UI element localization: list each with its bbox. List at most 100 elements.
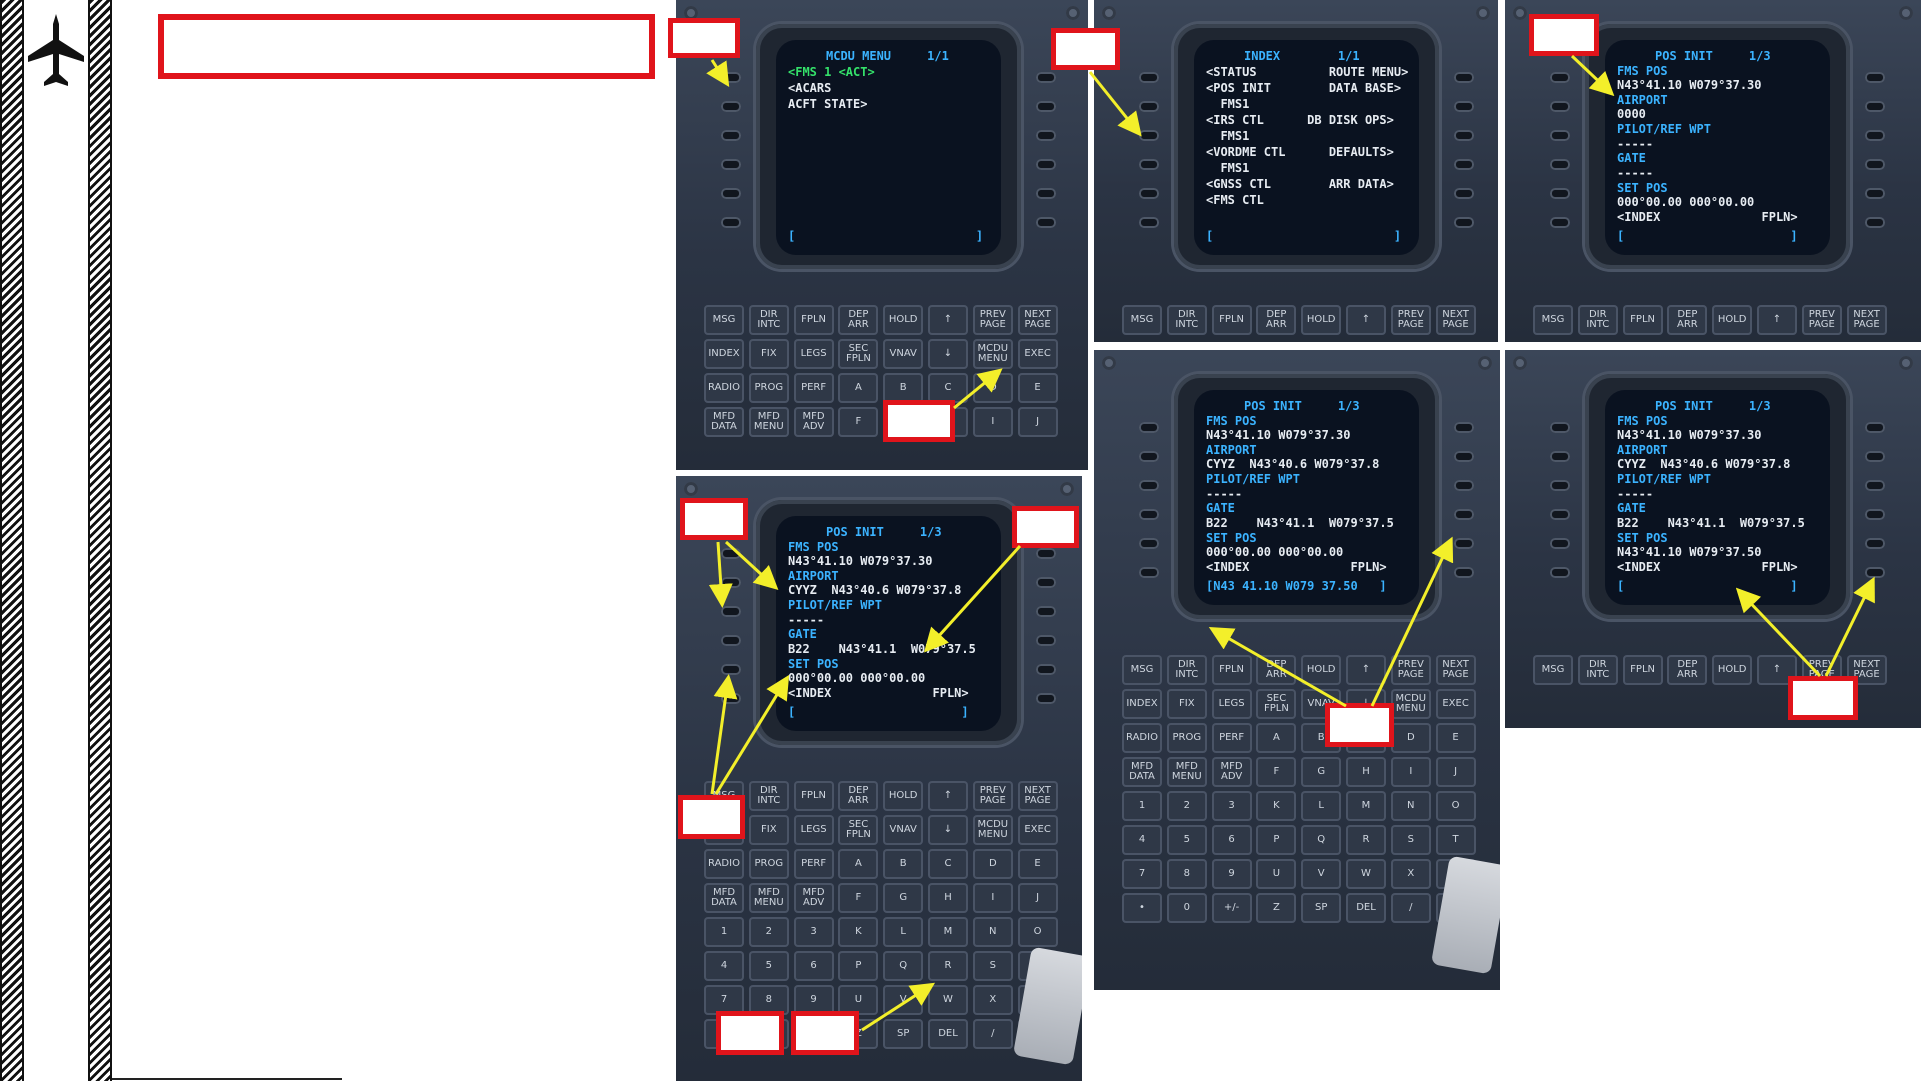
- line-select-key-l2[interactable]: [1139, 101, 1159, 112]
- key-prog[interactable]: PROG: [748, 849, 789, 879]
- line-select-key-r5[interactable]: [1865, 188, 1885, 199]
- key-del[interactable]: DEL: [1346, 893, 1386, 923]
- key-v[interactable]: V: [1301, 859, 1342, 889]
- key--[interactable]: ↓: [928, 815, 968, 845]
- line-select-key-l2[interactable]: [1550, 451, 1570, 462]
- line-select-key-r6[interactable]: [1454, 217, 1474, 228]
- key-k[interactable]: K: [838, 917, 879, 947]
- key-n[interactable]: N: [1390, 791, 1431, 821]
- key-e[interactable]: E: [1017, 373, 1058, 403]
- key--[interactable]: ↓: [928, 339, 968, 369]
- key-q[interactable]: Q: [1301, 825, 1342, 855]
- key-fpln[interactable]: FPLN: [1211, 655, 1252, 685]
- line-select-key-r2[interactable]: [1036, 101, 1056, 112]
- key-legs[interactable]: LEGS: [793, 815, 834, 845]
- line-select-key-r5[interactable]: [1865, 538, 1885, 549]
- key-dir-intc[interactable]: DIR INTC: [1577, 655, 1618, 685]
- key-dir-intc[interactable]: DIR INTC: [1166, 305, 1207, 335]
- line-select-key-r6[interactable]: [1036, 217, 1056, 228]
- key-hold[interactable]: HOLD: [1712, 305, 1753, 335]
- line-select-key-l3[interactable]: [1139, 480, 1159, 491]
- key-prev-page[interactable]: PREV PAGE: [972, 305, 1013, 335]
- key-l[interactable]: L: [1301, 791, 1342, 821]
- key-fix[interactable]: FIX: [1166, 689, 1207, 719]
- key-6[interactable]: 6: [793, 951, 834, 981]
- key-mfd-data[interactable]: MFD DATA: [704, 407, 744, 437]
- line-select-key-l1[interactable]: [1550, 422, 1570, 433]
- line-select-key-r3[interactable]: [1865, 130, 1885, 141]
- key--[interactable]: ↑: [1757, 305, 1797, 335]
- line-select-key-l3[interactable]: [1550, 130, 1570, 141]
- line-select-key-l1[interactable]: [1139, 72, 1159, 83]
- key-sp[interactable]: SP: [1301, 893, 1342, 923]
- key-r[interactable]: R: [928, 951, 968, 981]
- line-select-key-l2[interactable]: [721, 577, 741, 588]
- key-h[interactable]: H: [928, 883, 968, 913]
- key-dir-intc[interactable]: DIR INTC: [1577, 305, 1618, 335]
- line-select-key-r5[interactable]: [1454, 188, 1474, 199]
- key-g[interactable]: G: [1301, 757, 1342, 787]
- line-select-key-l6[interactable]: [721, 693, 741, 704]
- key-l[interactable]: L: [883, 917, 924, 947]
- key-n[interactable]: N: [972, 917, 1013, 947]
- key-a[interactable]: A: [838, 849, 879, 879]
- key-7[interactable]: 7: [1122, 859, 1162, 889]
- line-select-key-r1[interactable]: [1865, 72, 1885, 83]
- key-perf[interactable]: PERF: [793, 849, 834, 879]
- key-sec-fpln[interactable]: SEC FPLN: [1256, 689, 1297, 719]
- key-fpln[interactable]: FPLN: [793, 781, 834, 811]
- key-dep-arr[interactable]: DEP ARR: [1667, 305, 1708, 335]
- key-fpln[interactable]: FPLN: [1211, 305, 1252, 335]
- line-select-key-r6[interactable]: [1036, 693, 1056, 704]
- key-prev-page[interactable]: PREV PAGE: [1390, 655, 1431, 685]
- key-exec[interactable]: EXEC: [1017, 815, 1058, 845]
- line-select-key-r2[interactable]: [1454, 451, 1474, 462]
- key-prev-page[interactable]: PREV PAGE: [972, 781, 1013, 811]
- line-select-key-l3[interactable]: [721, 606, 741, 617]
- key-o[interactable]: O: [1017, 917, 1058, 947]
- key-e[interactable]: E: [1017, 849, 1058, 879]
- key-fpln[interactable]: FPLN: [1622, 655, 1663, 685]
- key-exec[interactable]: EXEC: [1435, 689, 1476, 719]
- key--[interactable]: ↑: [1346, 655, 1386, 685]
- line-select-key-l2[interactable]: [721, 101, 741, 112]
- key-d[interactable]: D: [1390, 723, 1431, 753]
- key-dep-arr[interactable]: DEP ARR: [1256, 305, 1297, 335]
- line-select-key-l1[interactable]: [721, 548, 741, 559]
- key-fpln[interactable]: FPLN: [1622, 305, 1663, 335]
- key-9[interactable]: 9: [1211, 859, 1252, 889]
- line-select-key-l4[interactable]: [721, 635, 741, 646]
- line-select-key-r4[interactable]: [1865, 159, 1885, 170]
- line-select-key-r1[interactable]: [1036, 72, 1056, 83]
- key-t[interactable]: T: [1435, 825, 1476, 855]
- line-select-key-l4[interactable]: [1139, 159, 1159, 170]
- key-f[interactable]: F: [838, 407, 879, 437]
- line-select-key-l1[interactable]: [1550, 72, 1570, 83]
- line-select-key-l5[interactable]: [1139, 538, 1159, 549]
- key-c[interactable]: C: [928, 373, 968, 403]
- key-msg[interactable]: MSG: [704, 305, 744, 335]
- line-select-key-r2[interactable]: [1865, 451, 1885, 462]
- key-dir-intc[interactable]: DIR INTC: [748, 781, 789, 811]
- key-i[interactable]: I: [972, 883, 1013, 913]
- key-u[interactable]: U: [1256, 859, 1297, 889]
- key-prev-page[interactable]: PREV PAGE: [1801, 305, 1842, 335]
- line-select-key-l1[interactable]: [1139, 422, 1159, 433]
- key--[interactable]: ↑: [1346, 305, 1386, 335]
- key-mcdu-menu[interactable]: MCDU MENU: [972, 815, 1013, 845]
- line-select-key-r2[interactable]: [1454, 101, 1474, 112]
- key-legs[interactable]: LEGS: [1211, 689, 1252, 719]
- key-m[interactable]: M: [1346, 791, 1386, 821]
- key-hold[interactable]: HOLD: [1712, 655, 1753, 685]
- key-perf[interactable]: PERF: [793, 373, 834, 403]
- key-index[interactable]: INDEX: [1122, 689, 1162, 719]
- line-select-key-r5[interactable]: [1036, 188, 1056, 199]
- key-mfd-menu[interactable]: MFD MENU: [748, 883, 789, 913]
- key-next-page[interactable]: NEXT PAGE: [1435, 655, 1476, 685]
- key-exec[interactable]: EXEC: [1017, 339, 1058, 369]
- key-vnav[interactable]: VNAV: [883, 815, 924, 845]
- key-s[interactable]: S: [972, 951, 1013, 981]
- key-d[interactable]: D: [972, 373, 1013, 403]
- key-next-page[interactable]: NEXT PAGE: [1435, 305, 1476, 335]
- line-select-key-r4[interactable]: [1865, 509, 1885, 520]
